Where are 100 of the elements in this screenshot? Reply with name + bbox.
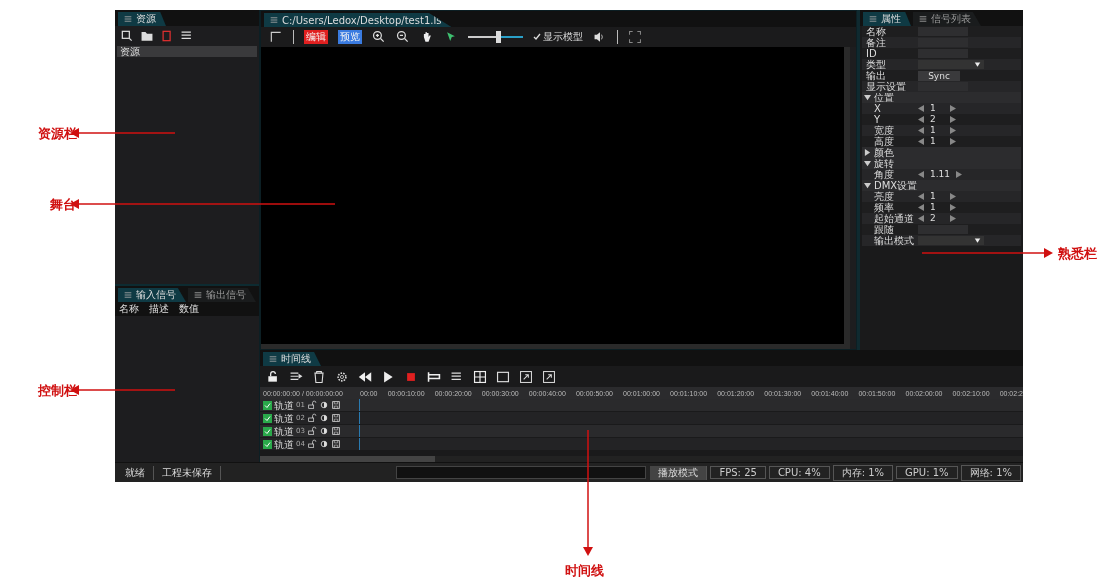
- spin-box[interactable]: 1: [918, 191, 968, 202]
- fit-icon[interactable]: [628, 30, 642, 44]
- status-cell: FPS: 25: [710, 466, 766, 479]
- visibility-icon[interactable]: [318, 426, 329, 436]
- mode-button[interactable]: 预览: [338, 30, 362, 44]
- dropdown[interactable]: [918, 60, 984, 69]
- spin-box[interactable]: 1: [918, 202, 968, 213]
- track-name: 轨道: [274, 412, 294, 424]
- lock-icon[interactable]: [306, 413, 317, 423]
- checkbox[interactable]: [533, 33, 541, 41]
- callout-label: 时间线: [565, 562, 604, 579]
- group-label: DMX设置: [874, 180, 918, 191]
- property-label: 输出模式: [873, 235, 915, 246]
- panel-tab[interactable]: 输入信号: [118, 288, 186, 302]
- zoom-in-icon[interactable]: [372, 30, 386, 44]
- column-header: 名称: [119, 302, 139, 316]
- property-label: X: [873, 103, 882, 114]
- status-cell: CPU: 4%: [768, 466, 830, 479]
- import-icon[interactable]: [542, 369, 556, 384]
- track-name: 轨道: [274, 438, 294, 450]
- status-cell: GPU: 1%: [896, 466, 958, 479]
- status-text: 就绪: [117, 465, 154, 480]
- visibility-icon[interactable]: [318, 439, 329, 449]
- group-label: 颜色: [874, 147, 894, 158]
- property-label: 类型: [865, 59, 887, 70]
- marker-icon[interactable]: [427, 369, 441, 384]
- lock-icon[interactable]: [306, 426, 317, 436]
- enable-checkbox[interactable]: [263, 400, 272, 410]
- sync-button[interactable]: Sync: [918, 70, 960, 81]
- property-label: 起始通道: [873, 213, 915, 224]
- panel-tab[interactable]: C:/Users/Ledox/Desktop/test1.ls: [264, 13, 452, 27]
- menu-icon: [868, 14, 878, 24]
- zoom-out-icon[interactable]: [396, 30, 410, 44]
- menu-icon: [123, 14, 133, 24]
- save-icon[interactable]: [330, 426, 341, 436]
- spin-box[interactable]: 2: [918, 114, 968, 125]
- spin-box[interactable]: 1: [918, 136, 968, 147]
- save-icon[interactable]: [330, 413, 341, 423]
- expanded-icon[interactable]: [864, 182, 871, 189]
- spin-box[interactable]: 1: [918, 103, 968, 114]
- expanded-icon[interactable]: [864, 94, 871, 101]
- property-label: 名称: [865, 26, 887, 37]
- increase-icon[interactable]: [956, 171, 963, 178]
- visibility-icon[interactable]: [318, 400, 329, 410]
- collapsed-icon[interactable]: [864, 149, 871, 156]
- menu-icon: [268, 354, 278, 364]
- visibility-icon[interactable]: [318, 413, 329, 423]
- property-label: 备注: [865, 37, 887, 48]
- status-text: 工程未保存: [154, 465, 221, 480]
- property-label: 输出: [865, 70, 887, 81]
- caret-icon: [974, 61, 981, 68]
- menu-icon: [193, 290, 203, 300]
- property-label: 跟随: [873, 224, 894, 235]
- folder-icon[interactable]: [140, 29, 154, 43]
- checkbox-label: 显示模型: [543, 30, 583, 44]
- panel-tab[interactable]: 属性: [863, 12, 911, 26]
- window-icon[interactable]: [496, 369, 510, 384]
- save-icon[interactable]: [330, 400, 341, 410]
- enable-checkbox[interactable]: [263, 426, 272, 436]
- property-label: 宽度: [873, 125, 895, 136]
- text-field[interactable]: [918, 82, 968, 91]
- status-cell: 网络: 1%: [960, 464, 1021, 481]
- panel-tab[interactable]: 时间线: [263, 352, 321, 366]
- panel-tab[interactable]: 信号列表: [913, 12, 981, 26]
- decrease-icon[interactable]: [918, 171, 924, 178]
- column-header: 描述: [149, 302, 169, 316]
- slider-thumb[interactable]: [496, 31, 502, 43]
- expanded-icon[interactable]: [864, 160, 871, 167]
- menu-icon: [269, 15, 279, 25]
- mode-button[interactable]: 编辑: [304, 30, 328, 44]
- lock-icon[interactable]: [266, 369, 280, 384]
- property-label: 亮度: [873, 191, 895, 202]
- enable-checkbox[interactable]: [263, 413, 272, 423]
- status-mode: 播放模式: [650, 465, 708, 480]
- enable-checkbox[interactable]: [263, 439, 272, 449]
- property-label: 角度: [873, 169, 895, 180]
- lock-icon[interactable]: [306, 439, 317, 449]
- group-label: 位置: [874, 92, 894, 103]
- track-name: 轨道: [274, 425, 294, 437]
- scrollbar[interactable]: [260, 456, 1023, 462]
- lock-icon[interactable]: [306, 400, 317, 410]
- property-label: 显示设置: [865, 81, 907, 92]
- panel-tab[interactable]: 输出信号: [188, 288, 256, 302]
- callout-label: 熟悉栏: [1058, 245, 1097, 263]
- select-icon[interactable]: [120, 29, 134, 43]
- menu-icon: [918, 14, 928, 24]
- caret-icon: [974, 237, 981, 244]
- group-label: 旋转: [874, 158, 894, 169]
- property-label: Y: [873, 114, 882, 125]
- save-icon[interactable]: [330, 439, 341, 449]
- settings-icon[interactable]: [335, 369, 349, 384]
- delete-icon[interactable]: [312, 369, 326, 384]
- panel-tab[interactable]: 资源: [118, 12, 166, 26]
- spin-box[interactable]: 2: [918, 213, 968, 224]
- export-icon[interactable]: [519, 369, 533, 384]
- play-icon[interactable]: [381, 369, 395, 384]
- dropdown[interactable]: [918, 236, 984, 245]
- crop-icon[interactable]: [269, 30, 283, 44]
- spin-box[interactable]: 1.11: [918, 169, 968, 180]
- grid-icon[interactable]: [473, 369, 487, 384]
